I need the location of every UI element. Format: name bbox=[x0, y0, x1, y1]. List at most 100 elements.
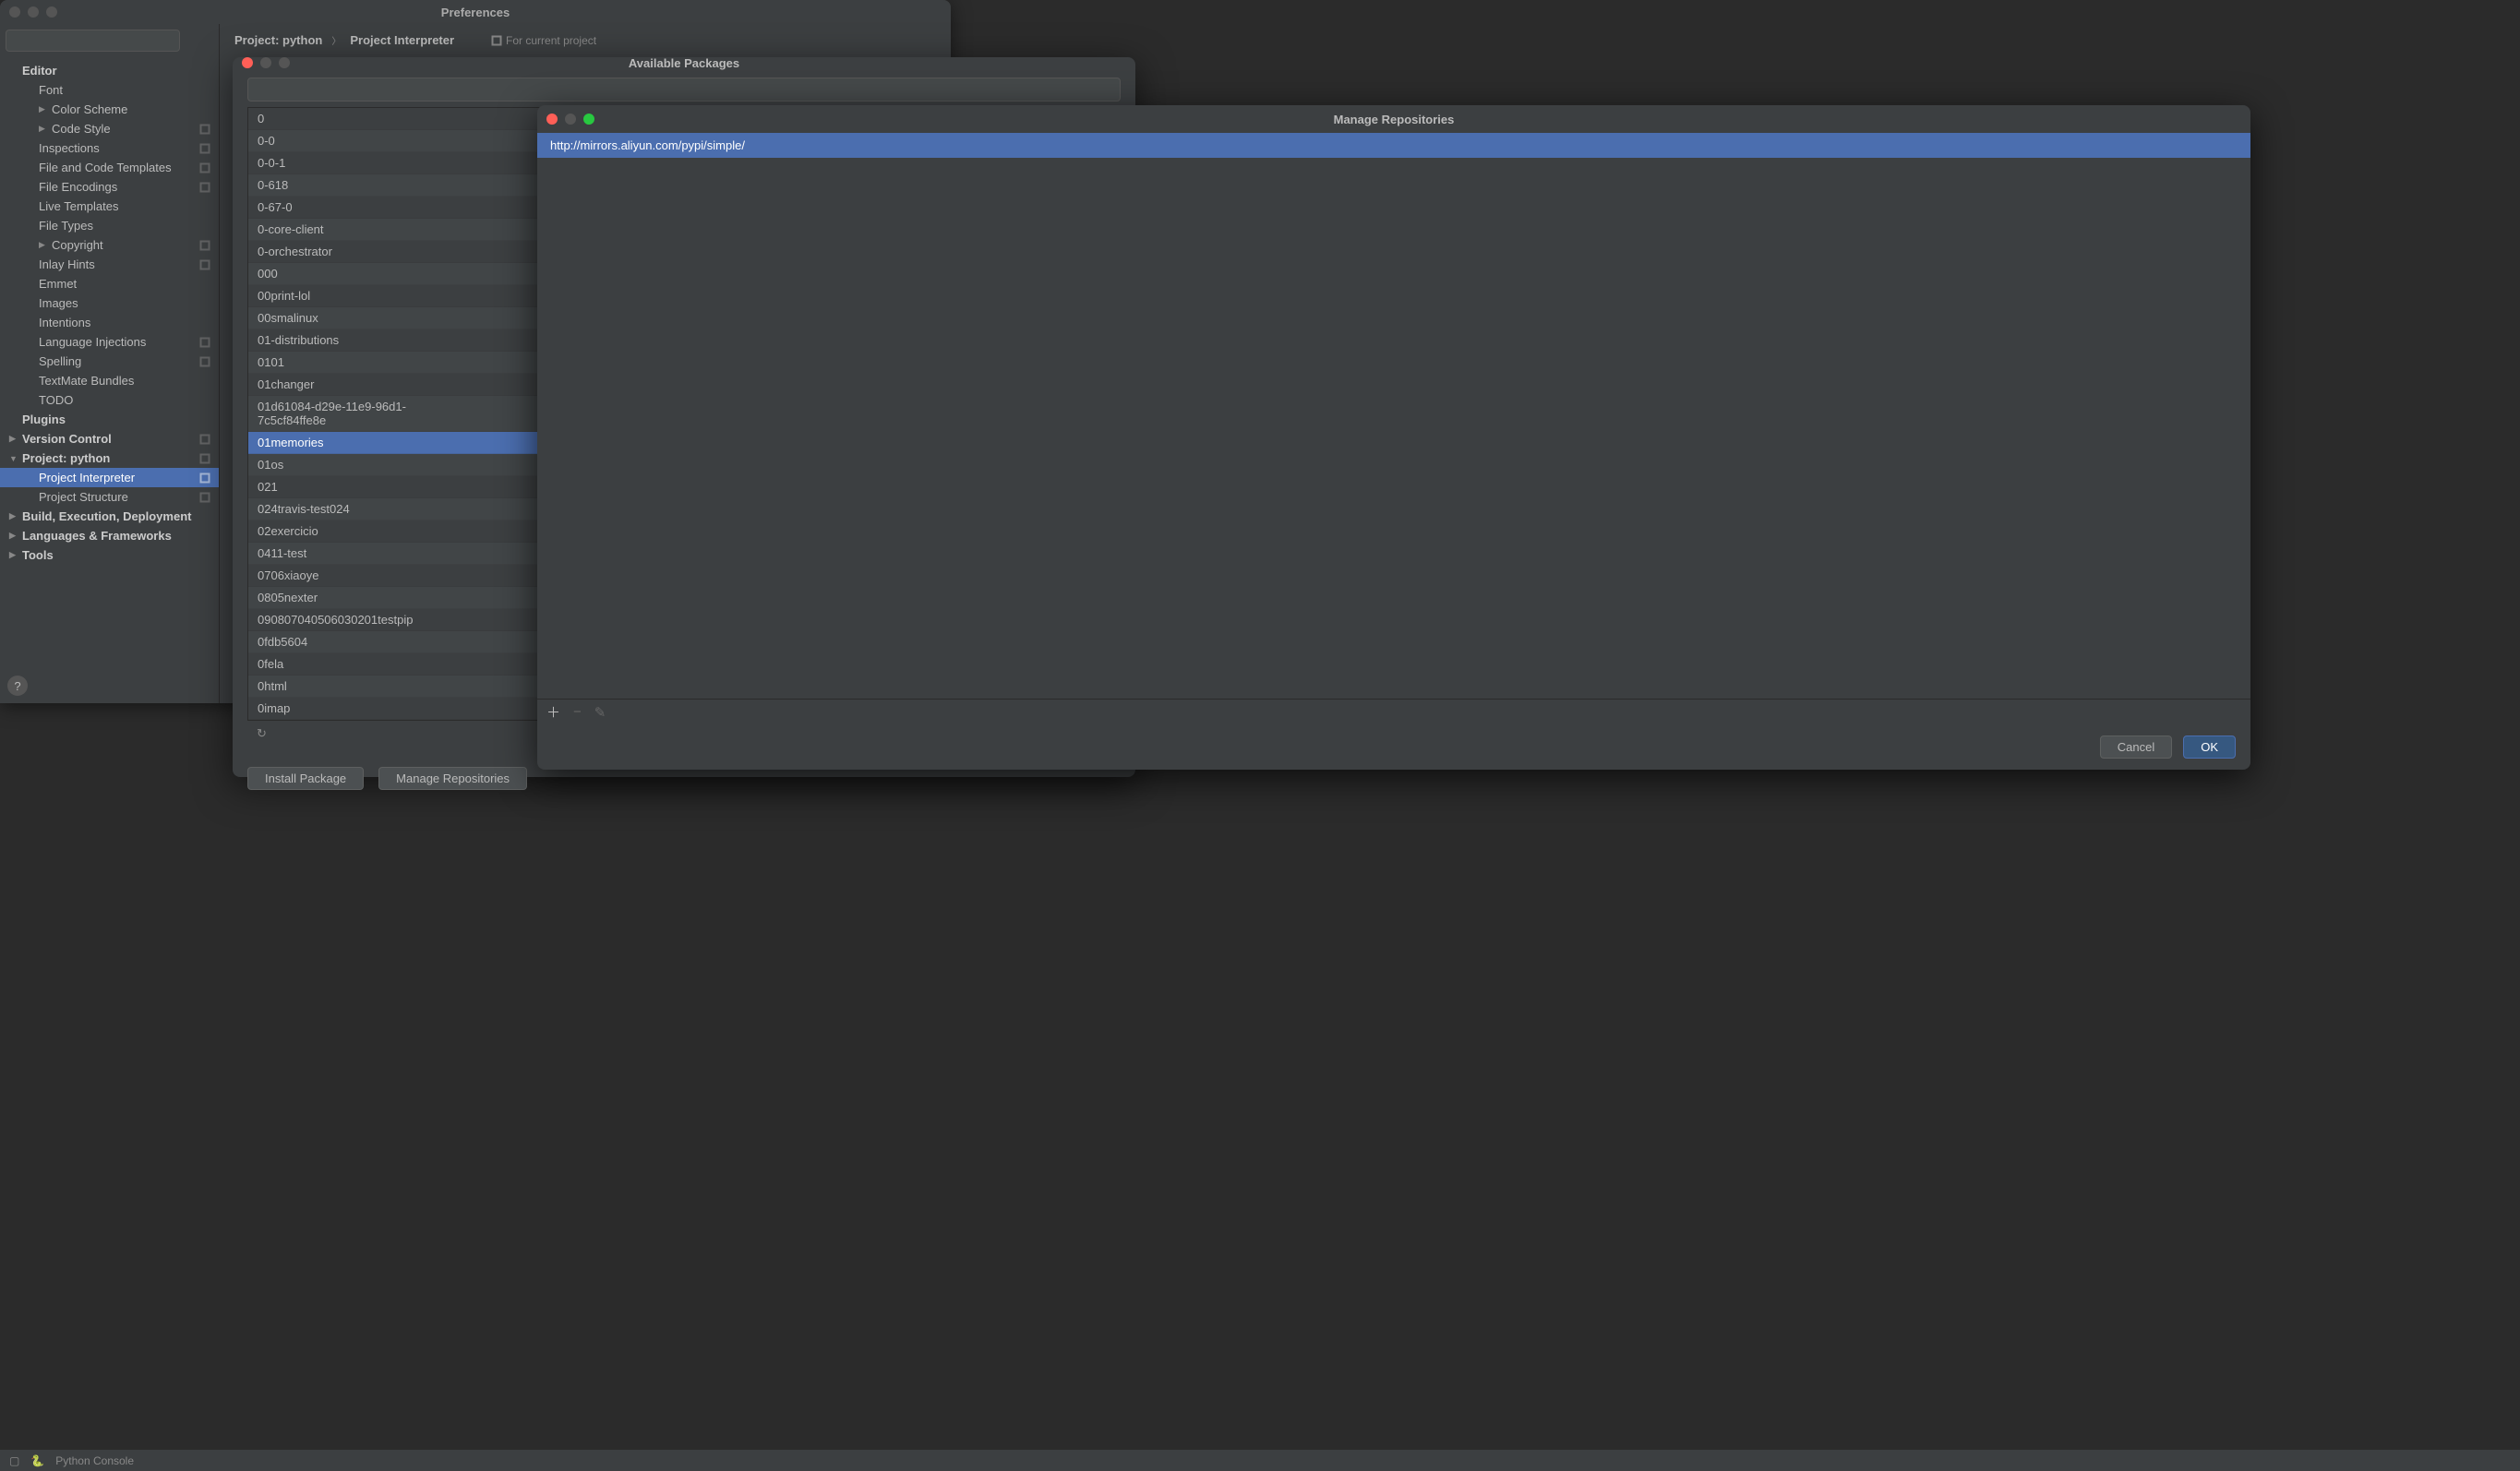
tree-tools[interactable]: ▶Tools bbox=[0, 545, 219, 565]
tree-plugins[interactable]: Plugins bbox=[0, 410, 219, 429]
scope-icon bbox=[198, 181, 211, 194]
minimize-icon[interactable] bbox=[260, 57, 271, 68]
maximize-icon[interactable] bbox=[583, 114, 594, 125]
scope-icon bbox=[198, 491, 211, 504]
scope-icon bbox=[198, 258, 211, 271]
reload-icon[interactable]: ↻ bbox=[257, 726, 267, 740]
tree-language-injections[interactable]: Language Injections bbox=[0, 332, 219, 352]
tree-emmet[interactable]: Emmet bbox=[0, 274, 219, 293]
for-project-label: For current project bbox=[491, 34, 596, 47]
manage-repositories-titlebar: Manage Repositories bbox=[537, 105, 2250, 133]
scope-icon bbox=[198, 239, 211, 252]
preferences-title: Preferences bbox=[441, 6, 510, 19]
close-icon[interactable] bbox=[546, 114, 558, 125]
maximize-icon[interactable] bbox=[279, 57, 290, 68]
tree-images[interactable]: Images bbox=[0, 293, 219, 313]
chevron-right-icon: ▶ bbox=[9, 531, 20, 541]
minimize-icon[interactable] bbox=[28, 6, 39, 18]
python-icon[interactable]: 🐍 bbox=[30, 1454, 44, 1467]
tree-code-style[interactable]: ▶Code Style bbox=[0, 119, 219, 138]
tree-version-control[interactable]: ▶Version Control bbox=[0, 429, 219, 448]
scope-icon bbox=[198, 142, 211, 155]
breadcrumb-section: Project Interpreter bbox=[350, 33, 454, 47]
chevron-right-icon: ▶ bbox=[39, 124, 50, 134]
settings-tree[interactable]: Editor Font ▶Color Scheme ▶Code Style In… bbox=[0, 57, 219, 668]
package-name: 00print-lol bbox=[258, 289, 451, 303]
breadcrumb: Project: python 〉 Project Interpreter Fo… bbox=[220, 24, 951, 56]
tree-project-structure[interactable]: Project Structure bbox=[0, 487, 219, 507]
install-package-button[interactable]: Install Package bbox=[247, 767, 364, 790]
tree-intentions[interactable]: Intentions bbox=[0, 313, 219, 332]
remove-icon[interactable]: − bbox=[573, 704, 582, 720]
close-icon[interactable] bbox=[242, 57, 253, 68]
manage-repositories-button[interactable]: Manage Repositories bbox=[378, 767, 527, 790]
tree-languages[interactable]: ▶Languages & Frameworks bbox=[0, 526, 219, 545]
tree-build[interactable]: ▶Build, Execution, Deployment bbox=[0, 507, 219, 526]
scope-icon bbox=[198, 355, 211, 368]
package-name: 0-0 bbox=[258, 134, 451, 148]
package-name: 00smalinux bbox=[258, 311, 451, 325]
chevron-down-icon: ▼ bbox=[9, 454, 20, 463]
package-name: 024travis-test024 bbox=[258, 502, 451, 516]
tree-project[interactable]: ▼Project: python bbox=[0, 448, 219, 468]
package-name: 0706xiaoye bbox=[258, 568, 451, 582]
scope-icon bbox=[491, 35, 502, 46]
tool-window-icon[interactable]: ▢ bbox=[9, 1454, 19, 1467]
manage-repositories-dialog: Manage Repositories http://mirrors.aliyu… bbox=[537, 105, 2250, 770]
chevron-right-icon: ▶ bbox=[9, 550, 20, 560]
repository-item[interactable]: http://mirrors.aliyun.com/pypi/simple/ bbox=[537, 133, 2250, 158]
package-name: 0html bbox=[258, 679, 451, 693]
tree-spelling[interactable]: Spelling bbox=[0, 352, 219, 371]
package-name: 01d61084-d29e-11e9-96d1-7c5cf84ffe8e bbox=[258, 400, 451, 427]
package-name: 0101 bbox=[258, 355, 451, 369]
package-name: 0-618 bbox=[258, 178, 451, 192]
package-search-input[interactable] bbox=[247, 78, 1121, 102]
edit-icon[interactable]: ✎ bbox=[594, 704, 606, 721]
package-name: 01os bbox=[258, 458, 451, 472]
chevron-right-icon: ▶ bbox=[39, 240, 50, 250]
tree-project-interpreter[interactable]: Project Interpreter bbox=[0, 468, 219, 487]
scope-icon bbox=[198, 336, 211, 349]
tree-live-templates[interactable]: Live Templates bbox=[0, 197, 219, 216]
python-console-label[interactable]: Python Console bbox=[55, 1454, 134, 1467]
search-input[interactable] bbox=[6, 30, 180, 52]
scope-icon bbox=[198, 161, 211, 174]
help-button[interactable]: ? bbox=[7, 676, 28, 696]
available-packages-titlebar: Available Packages bbox=[233, 57, 1135, 68]
package-name: 0411-test bbox=[258, 546, 451, 560]
package-name: 01memories bbox=[258, 436, 451, 449]
scope-icon bbox=[198, 472, 211, 484]
scope-icon bbox=[198, 433, 211, 446]
cancel-button[interactable]: Cancel bbox=[2100, 736, 2172, 759]
scope-icon bbox=[198, 123, 211, 136]
maximize-icon[interactable] bbox=[46, 6, 57, 18]
chevron-right-icon: ▶ bbox=[39, 104, 50, 114]
minimize-icon[interactable] bbox=[565, 114, 576, 125]
tree-color-scheme[interactable]: ▶Color Scheme bbox=[0, 100, 219, 119]
package-name: 01changer bbox=[258, 377, 451, 391]
package-name: 021 bbox=[258, 480, 451, 494]
chevron-right-icon: ▶ bbox=[9, 511, 20, 521]
ok-button[interactable]: OK bbox=[2183, 736, 2236, 759]
tree-file-types[interactable]: File Types bbox=[0, 216, 219, 235]
scope-icon bbox=[198, 452, 211, 465]
package-name: 0imap bbox=[258, 701, 451, 715]
repository-list[interactable]: http://mirrors.aliyun.com/pypi/simple/ bbox=[537, 133, 2250, 699]
tree-copyright[interactable]: ▶Copyright bbox=[0, 235, 219, 255]
tree-file-encodings[interactable]: File Encodings bbox=[0, 177, 219, 197]
tree-editor[interactable]: Editor bbox=[0, 61, 219, 80]
preferences-sidebar: 🔍 Editor Font ▶Color Scheme ▶Code Style … bbox=[0, 24, 220, 703]
package-name: 0fdb5604 bbox=[258, 635, 451, 649]
breadcrumb-project: Project: python bbox=[234, 33, 322, 47]
tree-file-code-templates[interactable]: File and Code Templates bbox=[0, 158, 219, 177]
tree-inspections[interactable]: Inspections bbox=[0, 138, 219, 158]
add-icon[interactable]: ＋ bbox=[546, 702, 560, 722]
close-icon[interactable] bbox=[9, 6, 20, 18]
tree-font[interactable]: Font bbox=[0, 80, 219, 100]
tree-inlay-hints[interactable]: Inlay Hints bbox=[0, 255, 219, 274]
package-name: 02exercicio bbox=[258, 524, 451, 538]
tree-todo[interactable]: TODO bbox=[0, 390, 219, 410]
chevron-right-icon: ▶ bbox=[9, 434, 20, 444]
package-name: 0fela bbox=[258, 657, 451, 671]
tree-textmate[interactable]: TextMate Bundles bbox=[0, 371, 219, 390]
